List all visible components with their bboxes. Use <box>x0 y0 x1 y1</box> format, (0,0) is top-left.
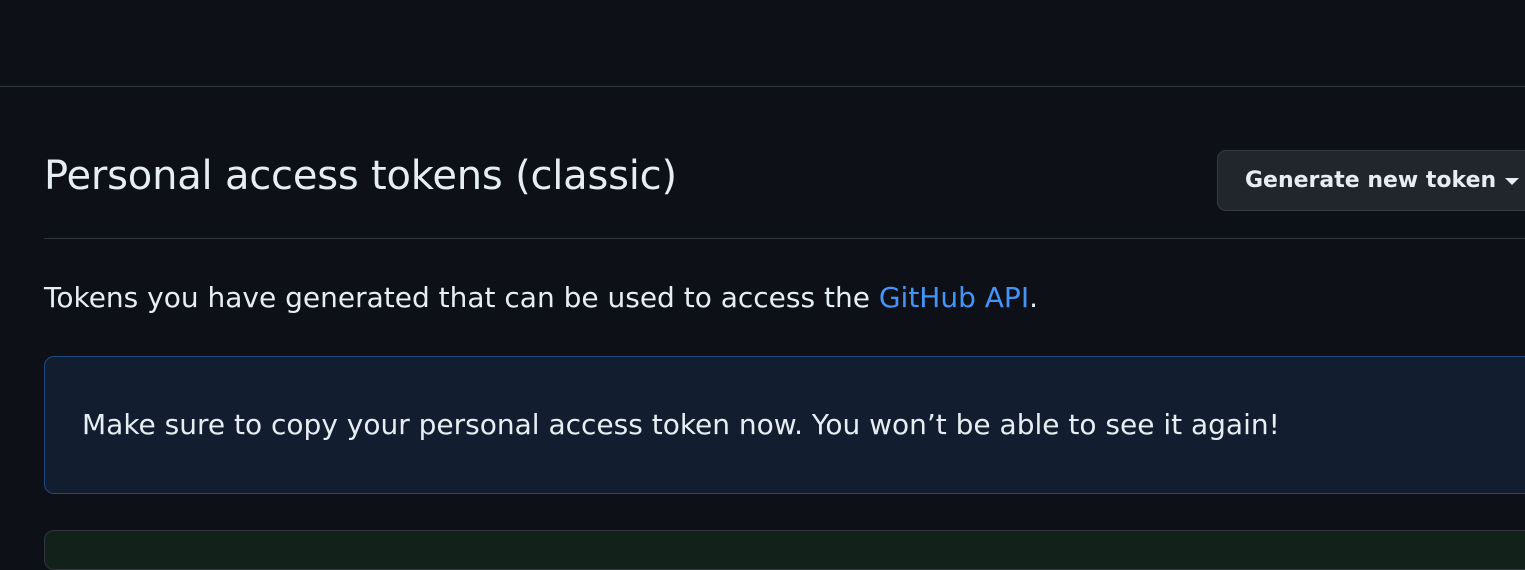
new-token-box <box>44 530 1525 570</box>
generate-new-token-button[interactable]: Generate new token <box>1217 150 1525 211</box>
copy-token-notice: Make sure to copy your personal access t… <box>44 356 1525 494</box>
subhead: Personal access tokens (classic) Generat… <box>44 88 1525 239</box>
github-api-link[interactable]: GitHub API <box>879 281 1029 314</box>
description-text: Tokens you have generated that can be us… <box>44 281 879 314</box>
top-header-bar <box>0 0 1525 87</box>
tokens-description: Tokens you have generated that can be us… <box>44 280 1038 316</box>
page-title: Personal access tokens (classic) <box>44 153 677 199</box>
caret-down-icon <box>1505 178 1520 185</box>
copy-token-message: Make sure to copy your personal access t… <box>82 408 1280 441</box>
tokens-page: Personal access tokens (classic) Generat… <box>44 88 1525 570</box>
generate-new-token-label: Generate new token <box>1245 168 1497 193</box>
description-period: . <box>1029 281 1038 314</box>
